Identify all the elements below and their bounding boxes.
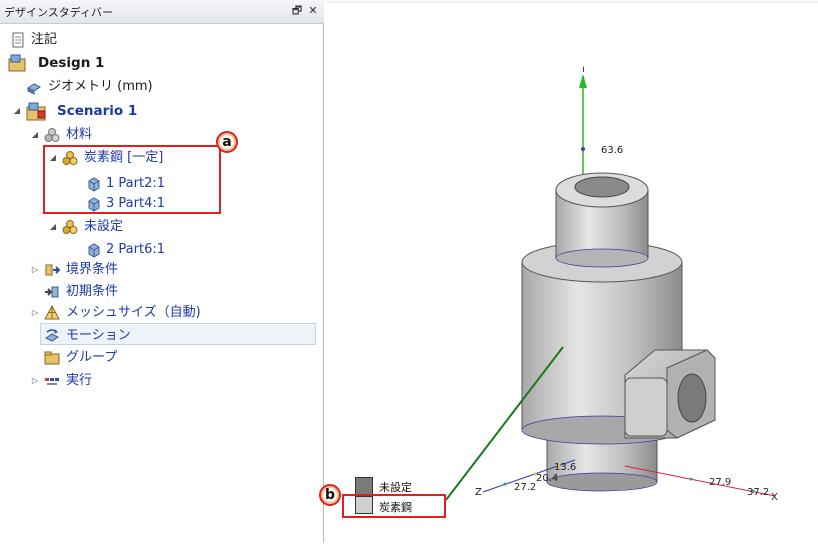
study-tree: 注記 Design 1 ジオメトリ (mm) ◢ Scenario 1 ◢ 材料… — [0, 24, 324, 543]
legend-swatch-unset — [355, 477, 373, 495]
materials-icon — [44, 128, 60, 142]
model-canvas: ı 63.6 Z 13.6 20.4 27.2 27.9 37.2 X — [325, 1, 818, 503]
upper-neck-base — [555, 248, 649, 268]
highlight-box-b — [342, 494, 446, 518]
motion-icon — [45, 329, 59, 342]
callout-b: b — [319, 484, 341, 506]
collapse-arrow-icon[interactable]: ◢ — [30, 125, 40, 145]
pin-icon[interactable]: 🗗 — [290, 3, 304, 19]
close-icon[interactable]: ✕ — [306, 3, 320, 19]
tree-label-group: グループ — [66, 350, 118, 365]
part-icon — [88, 243, 100, 258]
tree-item-notes[interactable]: 注記 — [0, 30, 320, 50]
z-axis-label: 13.6 — [554, 462, 576, 473]
y-axis-arrow — [579, 74, 587, 88]
tree-label-materials: 材料 — [66, 127, 93, 142]
tree-label-boundary: 境界条件 — [66, 262, 119, 277]
side-port-hole — [677, 373, 707, 423]
tree-item-unset[interactable]: ◢ 未設定 — [0, 217, 320, 237]
boundary-icon — [45, 264, 60, 276]
group-icon — [44, 351, 60, 365]
tree-label-design: Design 1 — [38, 55, 105, 71]
callout-a: a — [216, 131, 238, 153]
tree-label-run: 実行 — [66, 373, 93, 388]
geometry-icon — [27, 83, 41, 95]
initial-icon — [45, 286, 59, 298]
tree-item-part-c[interactable]: 2 Part6:1 — [0, 240, 320, 260]
legend-label-unset: 未設定 — [379, 481, 412, 494]
z-axis-name: Z — [475, 487, 482, 498]
x-axis-name: X — [771, 492, 778, 503]
expand-arrow-icon[interactable]: ▷ — [30, 260, 40, 280]
material-gold-icon — [62, 220, 78, 234]
panel-title: デザインスタディバー — [4, 6, 114, 19]
notes-icon — [12, 32, 24, 48]
tree-label-initial: 初期条件 — [66, 284, 119, 299]
tree-item-initial[interactable]: 初期条件 — [0, 282, 320, 302]
scenario-icon — [26, 102, 46, 121]
tree-label-geometry: ジオメトリ (mm) — [48, 79, 153, 94]
graphics-viewport[interactable]: ı 63.6 Z 13.6 20.4 27.2 27.9 37.2 X 未設定 … — [319, 0, 818, 543]
y-axis-label: 63.6 — [601, 145, 623, 156]
x-axis-label: 27.9 — [709, 477, 731, 488]
highlight-box-a — [43, 145, 221, 214]
tree-label-scenario: Scenario 1 — [57, 103, 138, 119]
z-axis-label: 27.2 — [514, 482, 536, 493]
collapse-arrow-icon[interactable]: ◢ — [12, 101, 22, 121]
run-icon — [45, 378, 59, 385]
tree-item-scenario[interactable]: ◢ Scenario 1 — [0, 101, 320, 121]
tree-item-motion[interactable]: モーション — [0, 326, 320, 346]
collapse-arrow-icon[interactable]: ◢ — [48, 217, 58, 237]
x-axis-label: 37.2 — [747, 487, 769, 498]
expand-arrow-icon[interactable]: ▷ — [30, 303, 40, 323]
tree-label-unset: 未設定 — [84, 219, 124, 234]
tree-item-materials[interactable]: ◢ 材料 — [0, 125, 320, 145]
tree-label-notes: 注記 — [31, 32, 58, 47]
tree-item-geometry[interactable]: ジオメトリ (mm) — [0, 77, 320, 97]
side-port-flange — [624, 377, 668, 437]
panel-titlebar: デザインスタディバー 🗗 ✕ — [0, 0, 324, 24]
mesh-icon — [44, 305, 60, 320]
z-axis-label: 20.4 — [536, 473, 558, 484]
bore-hole — [574, 176, 630, 198]
tree-item-mesh[interactable]: ▷ メッシュサイズ（自動) — [0, 303, 320, 323]
tree-label-part-c: 2 Part6:1 — [106, 242, 165, 257]
tree-item-design[interactable]: Design 1 — [0, 53, 320, 73]
expand-arrow-icon[interactable]: ▷ — [30, 371, 40, 391]
design-icon — [8, 54, 26, 72]
tree-item-run[interactable]: ▷ 実行 — [0, 371, 320, 391]
tree-item-boundary[interactable]: ▷ 境界条件 — [0, 260, 320, 280]
tree-label-mesh: メッシュサイズ（自動) — [66, 305, 201, 320]
tree-item-group[interactable]: グループ — [0, 348, 320, 368]
design-study-panel: デザインスタディバー 🗗 ✕ 注記 Design 1 ジオメトリ (mm) ◢ … — [0, 0, 324, 543]
lower-cylinder-bottom — [546, 472, 658, 492]
tree-label-motion: モーション — [66, 328, 131, 343]
y-axis-tick-mark: ı — [582, 64, 585, 75]
y-axis-tick-dot — [581, 147, 585, 151]
